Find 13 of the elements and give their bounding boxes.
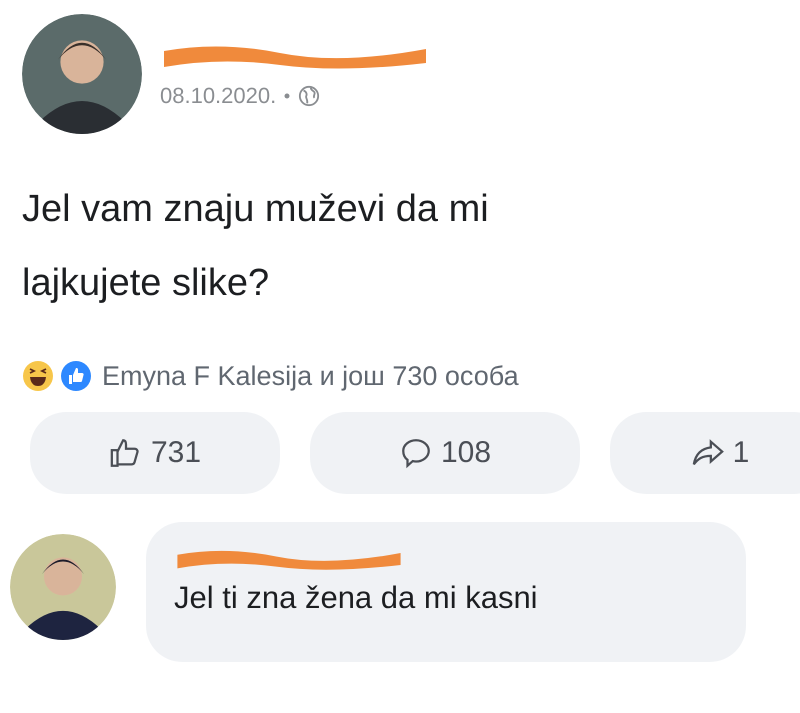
globe-icon <box>298 85 320 107</box>
comment-button[interactable]: 108 <box>310 412 580 494</box>
share-button[interactable]: 1 <box>610 412 800 494</box>
like-button[interactable]: 731 <box>30 412 280 494</box>
post-date: 08.10.2020. <box>160 83 276 109</box>
reactions-summary[interactable]: Emyna F Kalesija и још 730 особа <box>102 360 519 392</box>
laughing-emoji-icon <box>22 360 54 392</box>
dot-separator-icon <box>284 93 290 99</box>
avatar[interactable] <box>22 14 142 134</box>
comment-text: Jel ti zna žena da mi kasni <box>174 580 539 616</box>
commenter-avatar[interactable] <box>10 534 116 640</box>
post-text: Jel vam znaju muževi da mi lajkujete slike? <box>22 187 490 306</box>
like-badge-icon <box>60 360 92 392</box>
